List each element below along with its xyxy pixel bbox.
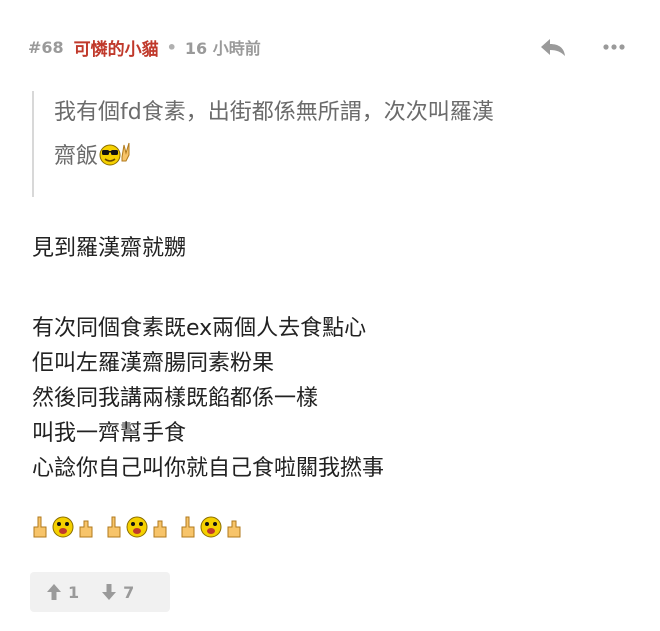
quote-line-1: 我有個fd食素，出街都係無所謂，次次叫羅漢 — [54, 100, 494, 125]
downvote-button[interactable]: 7 — [101, 583, 134, 602]
post-card: #68 可憐的小貓 • 16 小時前 我有個fd食素，出街都係無所謂，次次叫羅漢… — [0, 0, 660, 631]
emoji-row — [32, 513, 250, 539]
quote-line-2-text: 齋飯 — [54, 144, 99, 169]
upvote-count: 1 — [68, 582, 80, 602]
downvote-count: 7 — [123, 582, 135, 602]
body-paragraph-line: 叫我一齊幫手食 — [32, 421, 187, 446]
middle-finger-face-emoji-icon — [180, 513, 242, 539]
vote-bar: 1 7 — [30, 572, 170, 612]
sunglasses-rock-emoji-icon — [98, 139, 134, 166]
body-paragraph-line: 佢叫左羅漢齋腸同素粉果 — [32, 351, 275, 376]
post-number[interactable]: #68 — [28, 38, 64, 57]
upvote-button[interactable]: 1 — [46, 583, 79, 602]
quoted-post: 我有個fd食素，出街都係無所謂，次次叫羅漢 齋飯 — [32, 91, 632, 197]
body-line-1: 見到羅漢齋就嬲 — [32, 236, 187, 261]
middle-finger-face-emoji-icon — [32, 513, 94, 539]
post-time: 16 小時前 — [184, 39, 261, 58]
body-paragraph-line: 心諗你自己叫你就自己食啦關我撚事 — [32, 456, 385, 481]
reply-icon[interactable] — [538, 36, 568, 58]
arrow-down-icon — [102, 584, 117, 600]
middle-finger-face-emoji-icon — [106, 513, 168, 539]
body-paragraph: 有次同個食素既ex兩個人去食點心 佢叫左羅漢齋腸同素粉果 然後同我講兩樣既餡都係… — [32, 311, 384, 486]
more-options-icon[interactable] — [602, 38, 626, 56]
quote-line-2: 齋飯 — [54, 135, 632, 179]
meta-separator: • — [166, 37, 177, 57]
body-paragraph-line: 然後同我講兩樣既餡都係一樣 — [32, 386, 319, 411]
body-paragraph-line: 有次同個食素既ex兩個人去食點心 — [32, 316, 367, 341]
post-header: #68 可憐的小貓 • 16 小時前 — [28, 35, 261, 60]
arrow-up-icon — [47, 584, 61, 600]
username-link[interactable]: 可憐的小貓 — [74, 35, 159, 60]
